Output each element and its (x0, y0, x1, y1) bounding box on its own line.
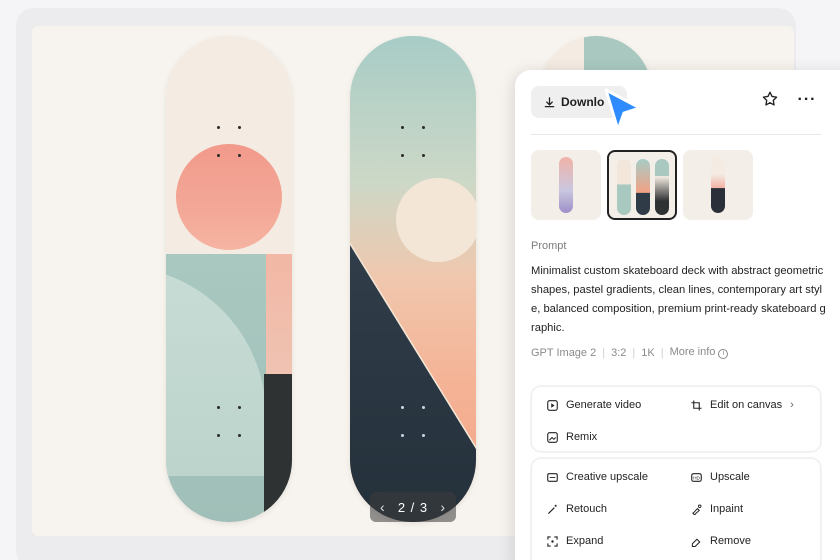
generate-video-button[interactable]: Generate video (546, 399, 641, 411)
expand-button[interactable]: Expand (546, 535, 603, 547)
aspect-ratio: 3:2 (611, 346, 627, 359)
upscale-icon: HD (690, 471, 702, 483)
expand-icon (546, 535, 558, 547)
eraser-icon (690, 535, 702, 547)
model-name: GPT Image 2 (531, 346, 597, 359)
svg-text:HD: HD (693, 475, 700, 480)
edit-on-canvas-button[interactable]: Edit on canvas › (690, 399, 794, 411)
more-options-button[interactable]: ··· (795, 90, 819, 114)
edit-tools-card: Creative upscale HD Upscale Retouch Inpa… (531, 458, 821, 560)
circle-shape (176, 144, 282, 250)
thumbnail-3[interactable] (683, 150, 753, 220)
info-icon: i (718, 349, 729, 359)
pager-label: 2 / 3 (397, 499, 429, 515)
thumbnail-strip (531, 150, 753, 220)
download-icon (543, 96, 555, 108)
image-details-panel: Downlo ··· Prompt Minimalist custom skat… (515, 70, 840, 560)
image-pager: ‹ 2 / 3 › (370, 492, 456, 522)
prompt-label: Prompt (531, 240, 567, 252)
pink-block (266, 254, 292, 374)
star-icon[interactable] (761, 90, 785, 114)
retouch-button[interactable]: Retouch (546, 503, 607, 515)
pager-next-button[interactable]: › (440, 499, 446, 515)
image-remix-icon (546, 431, 558, 443)
inpaint-icon (690, 503, 702, 515)
more-info-link[interactable]: More info i (670, 346, 729, 359)
chevron-right-icon: › (790, 399, 794, 411)
remix-button[interactable]: Remix (546, 431, 597, 443)
circle-shape (396, 178, 476, 262)
prompt-text: Minimalist custom skateboard deck with a… (531, 265, 826, 334)
inpaint-button[interactable]: Inpaint (690, 503, 743, 515)
crop-icon (690, 399, 702, 411)
cursor-pointer-icon (598, 86, 648, 136)
pager-prev-button[interactable]: ‹ (380, 499, 386, 515)
skateboard-deck-1 (166, 36, 292, 522)
remove-button[interactable]: Remove (690, 535, 751, 547)
divider (531, 134, 821, 135)
skateboard-deck-2 (350, 36, 476, 522)
generation-meta: GPT Image 2 | 3:2 | 1K | More info i (531, 346, 729, 359)
dark-block (264, 374, 292, 522)
play-box-icon (546, 399, 558, 411)
thumbnail-1[interactable] (531, 150, 601, 220)
creative-upscale-button[interactable]: Creative upscale (546, 471, 648, 483)
magic-wand-icon (546, 503, 558, 515)
dark-triangle-shape (350, 244, 476, 522)
upscale-button[interactable]: HD Upscale (690, 471, 750, 483)
thumbnail-2-selected[interactable] (607, 150, 677, 220)
creative-upscale-icon (546, 471, 558, 483)
resolution: 1K (641, 346, 655, 359)
primary-actions-card: Generate video Edit on canvas › Remix (531, 386, 821, 452)
